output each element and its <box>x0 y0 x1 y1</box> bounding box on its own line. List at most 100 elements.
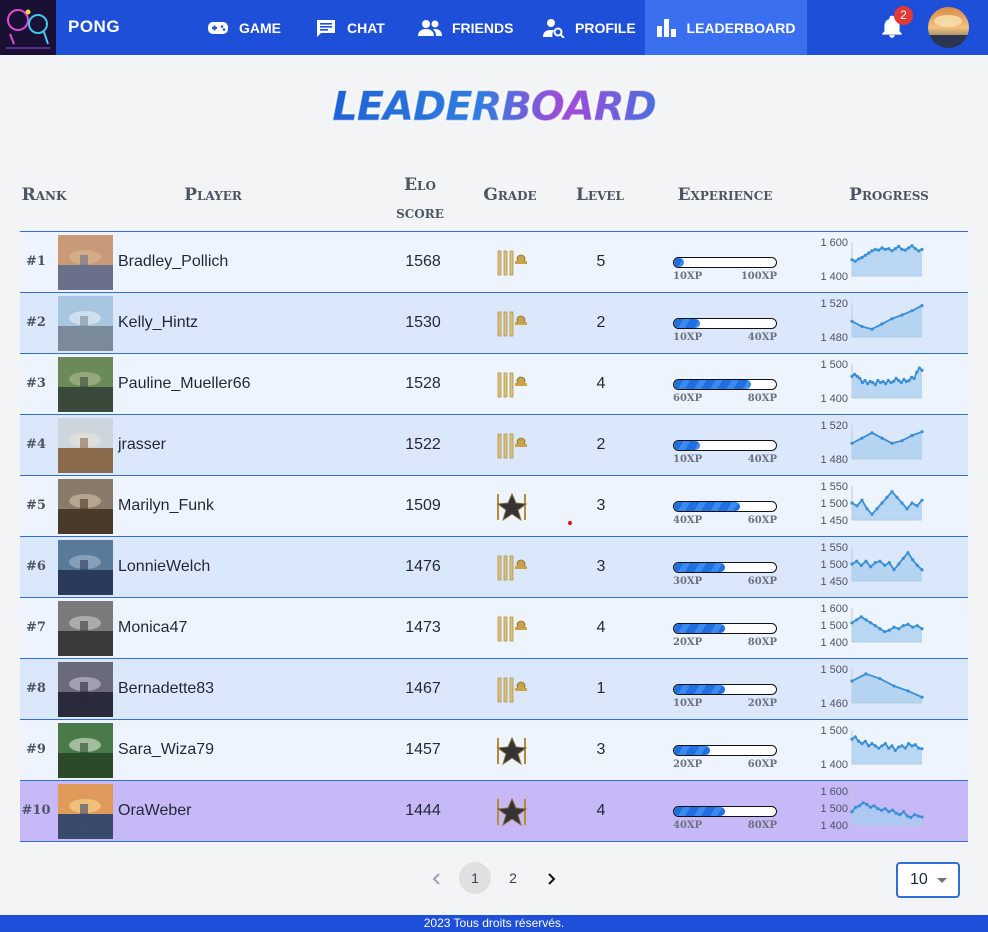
grade-ribbon-icon <box>497 555 527 581</box>
grade-ribbon-icon <box>497 616 527 642</box>
xp-max-label: 60XP <box>747 576 777 587</box>
cursor-dot <box>568 521 572 525</box>
player-avatar[interactable] <box>58 784 113 839</box>
xp-progress-bar <box>673 745 777 756</box>
rank-cell: #5 <box>26 498 46 513</box>
progress-sparkline: 1 520 1 480 <box>820 298 924 344</box>
table-row[interactable]: #2 Kelly_Hintz 1530 2 10XP 40XP 1 520 1 480 <box>20 292 968 353</box>
xp-max-label: 100XP <box>740 271 777 282</box>
svg-text:1 600: 1 600 <box>820 237 848 249</box>
svg-text:1 400: 1 400 <box>820 393 848 405</box>
svg-text:1 480: 1 480 <box>820 454 848 466</box>
xp-progress-fill <box>674 319 700 328</box>
table-row[interactable]: #3 Pauline_Mueller66 1528 4 60XP 80XP 1 500 1 4… <box>20 353 968 414</box>
grade-badge <box>494 491 530 523</box>
elo-score: 1467 <box>405 680 441 697</box>
player-name[interactable]: Sara_Wiza79 <box>118 720 214 780</box>
notification-badge: 2 <box>894 6 913 25</box>
header-progress: Progress <box>849 185 929 205</box>
xp-max-label: 40XP <box>747 454 777 465</box>
svg-text:1 550: 1 550 <box>820 542 848 554</box>
xp-progress-fill <box>674 441 700 450</box>
rank-cell: #7 <box>26 620 46 635</box>
level-value: 5 <box>596 253 606 270</box>
grade-badge <box>494 735 530 767</box>
player-name[interactable]: Kelly_Hintz <box>118 293 198 353</box>
player-avatar[interactable] <box>58 296 113 351</box>
player-avatar[interactable] <box>58 479 113 534</box>
prev-page-button[interactable] <box>421 862 453 894</box>
player-name[interactable]: jrasser <box>118 415 166 475</box>
xp-progress-fill <box>674 563 725 572</box>
user-avatar[interactable] <box>928 7 969 48</box>
svg-text:1 400: 1 400 <box>820 271 848 283</box>
player-name[interactable]: Bernadette83 <box>118 659 214 719</box>
chat-icon <box>317 19 335 37</box>
brand-name[interactable]: PONG <box>68 17 120 37</box>
player-name[interactable]: Monica47 <box>118 598 187 658</box>
nav-label: LEADERBOARD <box>686 19 796 36</box>
nav-item-chat[interactable]: CHAT <box>315 0 385 55</box>
nav-item-leaderboard[interactable]: LEADERBOARD <box>645 0 807 55</box>
xp-min-label: 60XP <box>673 393 703 404</box>
svg-text:1 520: 1 520 <box>820 298 848 310</box>
level-value: 3 <box>596 497 606 514</box>
table-row[interactable]: #1 Bradley_Pollich 1568 5 10XP 100XP 1 600 1 40… <box>20 231 968 292</box>
table-row[interactable]: #7 Monica47 1473 4 20XP 80XP 1 600 1 500 1 400 <box>20 597 968 658</box>
progress-sparkline: 1 600 1 500 1 400 <box>820 786 924 832</box>
page-button-2[interactable]: 2 <box>497 862 529 894</box>
table-row[interactable]: #10 OraWeber 1444 4 40XP 80XP 1 600 1 500 1 400 <box>20 780 968 841</box>
xp-min-label: 20XP <box>673 759 703 770</box>
table-row[interactable]: #4 jrasser 1522 2 10XP 40XP 1 520 1 480 <box>20 414 968 475</box>
table-row[interactable]: #8 Bernadette83 1467 1 10XP 20XP 1 500 1 460 <box>20 658 968 719</box>
grade-ribbon-icon <box>497 433 527 459</box>
elo-score: 1522 <box>405 436 441 453</box>
xp-max-label: 80XP <box>747 393 777 404</box>
player-name[interactable]: LonnieWelch <box>118 537 210 597</box>
player-avatar[interactable] <box>58 540 113 595</box>
nav-label: CHAT <box>347 19 385 36</box>
player-avatar[interactable] <box>58 662 113 717</box>
nav-item-friends[interactable]: FRIENDS <box>418 0 513 55</box>
elo-score: 1528 <box>405 375 441 392</box>
chevron-left-icon <box>432 873 440 886</box>
svg-text:1 550: 1 550 <box>820 481 848 493</box>
player-name[interactable]: OraWeber <box>118 781 192 841</box>
player-avatar[interactable] <box>58 601 113 656</box>
player-avatar[interactable] <box>58 418 113 473</box>
pong-logo[interactable] <box>0 0 56 55</box>
next-page-button[interactable] <box>535 862 567 894</box>
player-name[interactable]: Pauline_Mueller66 <box>118 354 251 414</box>
nav-item-game[interactable]: GAME <box>207 0 281 55</box>
svg-text:1 500: 1 500 <box>820 359 848 371</box>
player-name[interactable]: Bradley_Pollich <box>118 232 228 292</box>
table-row[interactable]: #5 Marilyn_Funk 1509 3 40XP 60XP 1 550 1 500 1 4… <box>20 475 968 536</box>
page-button-1[interactable]: 1 <box>459 862 491 894</box>
player-avatar[interactable] <box>58 723 113 778</box>
xp-progress-bar <box>673 684 777 695</box>
svg-text:1 450: 1 450 <box>820 576 848 588</box>
leaderboard-icon <box>656 18 676 37</box>
xp-progress-fill <box>674 807 725 816</box>
gamepad-icon <box>208 21 228 34</box>
grade-ribbon-icon <box>497 677 527 703</box>
player-name[interactable]: Marilyn_Funk <box>118 476 214 536</box>
player-avatar[interactable] <box>58 357 113 412</box>
player-avatar[interactable] <box>58 235 113 290</box>
progress-sparkline: 1 550 1 500 1 450 <box>820 542 924 588</box>
xp-progress-fill <box>674 502 741 511</box>
header-elo: Elo score <box>380 171 460 227</box>
header-grade: Grade <box>483 185 537 205</box>
grade-badge <box>494 308 530 340</box>
grade-badge <box>494 247 530 279</box>
rows-per-page-select[interactable]: 10 <box>896 862 960 898</box>
svg-text:1 500: 1 500 <box>820 620 848 632</box>
table-row[interactable]: #6 LonnieWelch 1476 3 30XP 60XP 1 550 1 500 1 45… <box>20 536 968 597</box>
grade-star-icon <box>496 492 528 522</box>
level-value: 2 <box>596 314 606 331</box>
nav-item-profile[interactable]: PROFILE <box>543 0 636 55</box>
xp-progress-bar <box>673 257 777 268</box>
page-title: LEADERBOARD <box>332 84 657 131</box>
table-row[interactable]: #9 Sara_Wiza79 1457 3 20XP 60XP 1 500 1 400 <box>20 719 968 780</box>
top-navbar: PONG GAME CHAT FRIENDS PROFILE LEADERBOA… <box>0 0 988 55</box>
